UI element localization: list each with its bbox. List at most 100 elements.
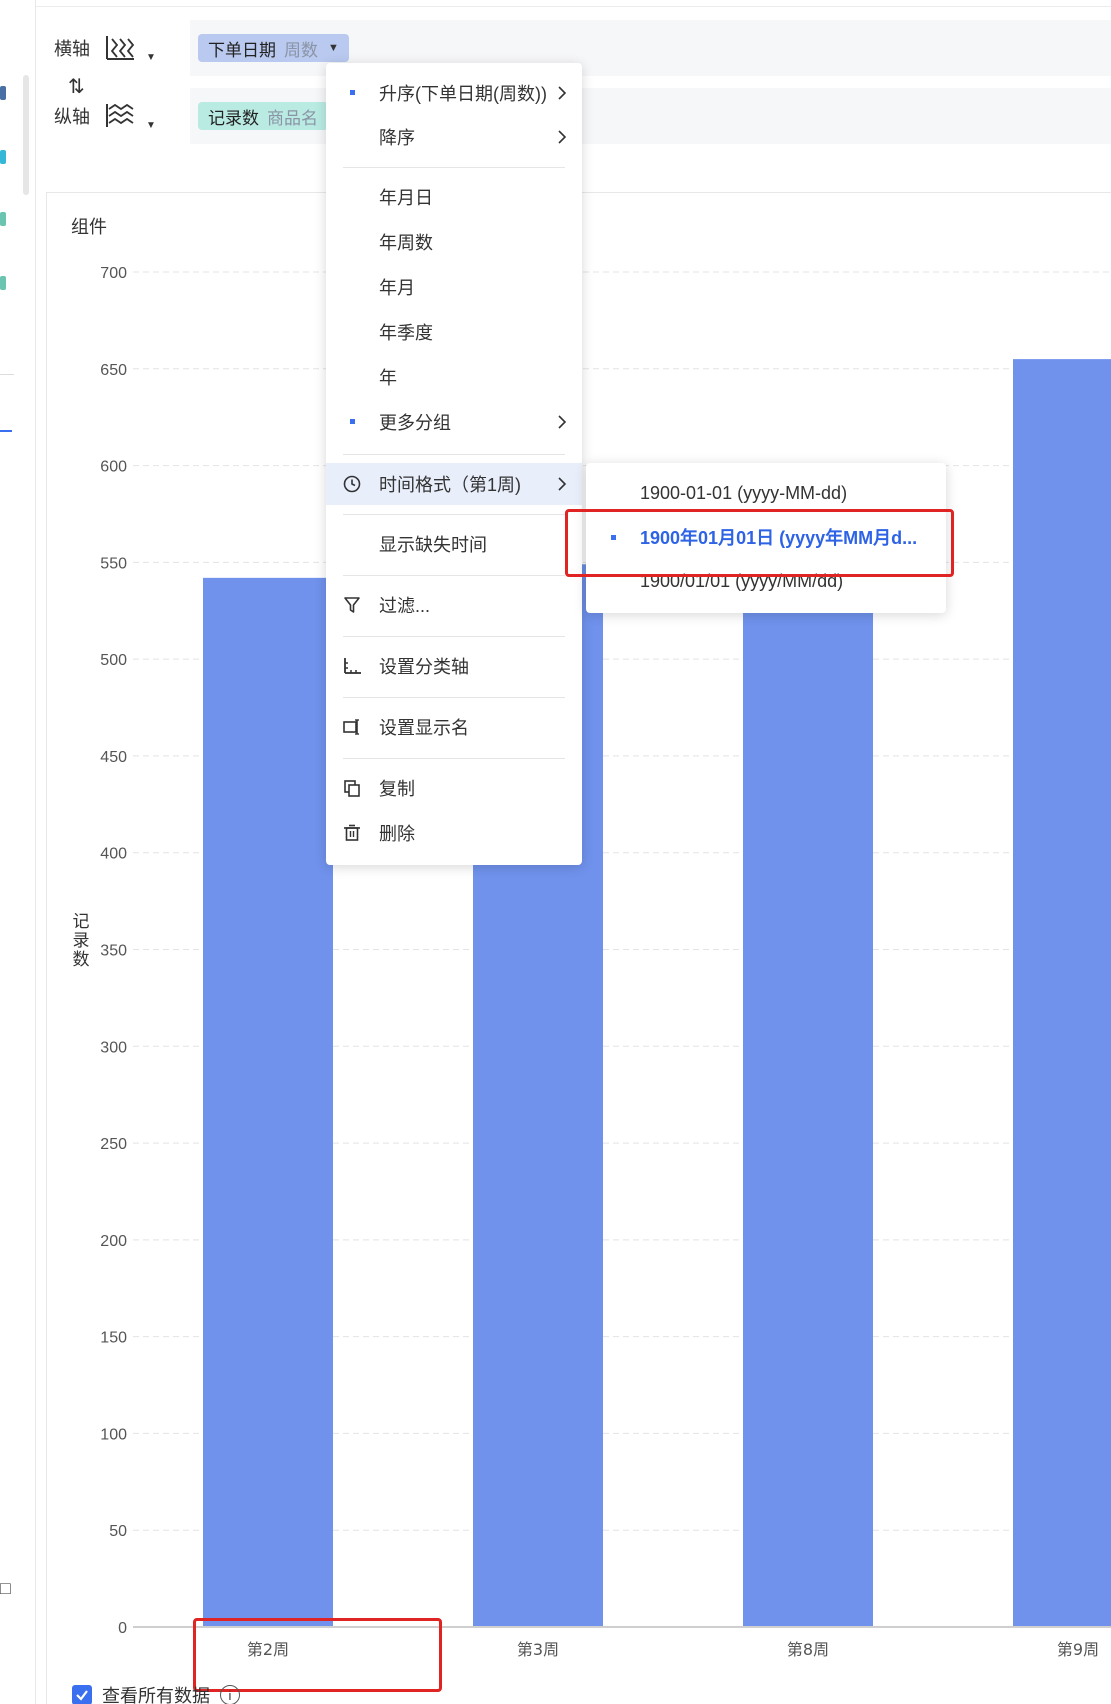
- chevron-right-icon: [558, 415, 567, 429]
- y-tick-label: 0: [118, 1620, 127, 1637]
- y-axis-title: 数: [73, 950, 90, 970]
- menu-item-label: 过滤...: [379, 596, 431, 616]
- view-all-data-label: 查看所有数据: [102, 1686, 210, 1704]
- y-axis-row: 纵轴 ▼: [44, 88, 156, 144]
- menu-item-year-quarter[interactable]: 年季度: [326, 312, 582, 352]
- y-axis-label: 纵轴: [54, 107, 90, 127]
- menu-item-label: 降序: [379, 128, 415, 148]
- menu-item-year-week[interactable]: 年周数: [326, 222, 582, 262]
- x-axis-field-sub: 周数: [284, 40, 318, 60]
- info-icon[interactable]: i: [220, 1685, 240, 1704]
- sidebar-marker: [0, 86, 6, 100]
- menu-divider: [343, 167, 565, 168]
- y-tick-label: 150: [100, 1330, 127, 1347]
- y-tick-label: 400: [100, 846, 127, 863]
- menu-divider: [343, 697, 565, 698]
- checkbox-checked-icon[interactable]: [72, 1685, 92, 1704]
- menu-item-time-format[interactable]: 时间格式（第1周): [326, 463, 582, 505]
- menu-item-label: 年季度: [379, 323, 433, 343]
- y-axis-field-pill[interactable]: 记录数 商品名: [198, 102, 328, 130]
- y-tick-label: 650: [100, 362, 127, 379]
- x-axis-label: 横轴: [54, 39, 90, 59]
- bar: [203, 577, 333, 1627]
- y-tick-label: 700: [100, 265, 127, 282]
- menu-item-year[interactable]: 年: [326, 357, 582, 397]
- bar: [1013, 359, 1111, 1627]
- menu-item-set-category-axis[interactable]: 设置分类轴: [326, 646, 582, 686]
- field-context-menu: 升序(下单日期(周数)) 降序 年月日 年周数 年月 年季度 年 更多分组 时间…: [326, 63, 582, 865]
- menu-item-more-grouping[interactable]: 更多分组: [326, 402, 582, 442]
- x-tick-label: 第9周: [1057, 1640, 1099, 1659]
- sidebar-marker: [0, 212, 6, 226]
- sidebar-divider: [0, 374, 14, 375]
- y-tick-label: 50: [109, 1523, 127, 1540]
- y-tick-label: 100: [100, 1426, 127, 1443]
- menu-item-filter[interactable]: 过滤...: [326, 585, 582, 625]
- x-tick-label: 第3周: [517, 1640, 559, 1659]
- rename-icon: [342, 717, 362, 737]
- menu-item-label: 复制: [379, 779, 415, 799]
- filter-icon: [342, 595, 362, 615]
- y-tick-label: 600: [100, 459, 127, 476]
- sidebar-active-indicator: [0, 430, 12, 432]
- sidebar-marker: [0, 150, 6, 164]
- category-axis-icon: [342, 656, 362, 676]
- y-axis-type-icon[interactable]: [100, 98, 140, 134]
- menu-item-label: 删除: [379, 824, 415, 844]
- x-axis-row: 横轴 ▼: [44, 20, 156, 76]
- chevron-right-icon: [558, 86, 567, 100]
- y-tick-label: 550: [100, 555, 127, 572]
- menu-divider: [343, 758, 565, 759]
- y-tick-label: 450: [100, 749, 127, 766]
- menu-item-label: 年: [379, 368, 397, 388]
- y-tick-label: 200: [100, 1233, 127, 1250]
- y-axis-dropdown-icon[interactable]: ▼: [146, 120, 156, 131]
- menu-divider: [343, 454, 565, 455]
- menu-item-label: 设置分类轴: [379, 657, 469, 677]
- menu-item-ymd[interactable]: 年月日: [326, 177, 582, 217]
- y-axis-title: 记: [73, 912, 90, 932]
- highlight-box-first-category: [193, 1618, 442, 1692]
- pill-dropdown-icon[interactable]: ▼: [328, 42, 339, 54]
- menu-divider: [343, 575, 565, 576]
- clock-icon: [342, 474, 362, 494]
- menu-item-label: 年月日: [379, 188, 433, 208]
- view-all-data-checkbox[interactable]: 查看所有数据 i: [72, 1682, 240, 1704]
- menu-item-label: 年周数: [379, 233, 433, 253]
- sidebar-marker: [0, 276, 6, 290]
- menu-item-set-display-name[interactable]: 设置显示名: [326, 707, 582, 747]
- y-tick-label: 350: [100, 943, 127, 960]
- y-tick-label: 250: [100, 1136, 127, 1153]
- menu-item-ascending[interactable]: 升序(下单日期(周数)): [326, 73, 582, 113]
- y-axis-title: 录: [73, 931, 90, 951]
- x-axis-dropdown-icon[interactable]: ▼: [146, 52, 156, 63]
- menu-item-descending[interactable]: 降序: [326, 117, 582, 157]
- menu-item-label: 时间格式（第1周): [379, 475, 522, 495]
- menu-divider: [343, 514, 565, 515]
- paste-icon[interactable]: □: [0, 1578, 11, 1599]
- menu-item-label: 更多分组: [379, 413, 451, 433]
- option-label: 1900-01-01 (yyyy-MM-dd): [640, 482, 848, 503]
- menu-item-show-missing-time[interactable]: 显示缺失时间: [326, 524, 582, 564]
- trash-icon: [342, 823, 362, 843]
- top-divider: [36, 6, 1111, 7]
- left-sidebar: □: [0, 0, 36, 1704]
- menu-item-label: 设置显示名: [379, 718, 469, 738]
- bar: [743, 558, 873, 1627]
- selected-dot-icon: [350, 90, 355, 95]
- menu-item-label: 显示缺失时间: [379, 535, 487, 555]
- y-axis-field-sub: 商品名: [267, 108, 318, 128]
- menu-item-copy[interactable]: 复制: [326, 768, 582, 808]
- chevron-right-icon: [558, 477, 567, 491]
- chevron-right-icon: [558, 130, 567, 144]
- menu-item-year-month[interactable]: 年月: [326, 267, 582, 307]
- menu-item-label: 年月: [379, 278, 415, 298]
- sidebar-scrollbar[interactable]: [23, 75, 29, 195]
- menu-divider: [343, 636, 565, 637]
- x-tick-label: 第8周: [787, 1640, 829, 1659]
- x-axis-field-pill[interactable]: 下单日期 周数 ▼: [198, 34, 349, 62]
- x-axis-field-name: 下单日期: [208, 40, 276, 60]
- x-axis-type-icon[interactable]: [100, 30, 140, 66]
- highlight-box-selected-format: [565, 509, 954, 577]
- menu-item-delete[interactable]: 删除: [326, 813, 582, 853]
